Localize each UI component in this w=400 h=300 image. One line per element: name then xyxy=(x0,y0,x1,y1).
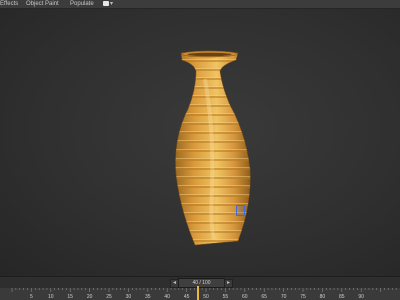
ruler-tick-label: 50 xyxy=(203,294,209,300)
ruler-tick-label: 45 xyxy=(184,294,190,300)
ruler-tick-label: 75 xyxy=(300,294,306,300)
ruler-tick-label: 15 xyxy=(67,294,73,300)
tab-object-paint[interactable]: Object Paint xyxy=(26,0,59,8)
ruler-tick-label: 70 xyxy=(281,294,287,300)
ruler-tick-label: 40 xyxy=(164,294,170,300)
playhead-marker[interactable] xyxy=(197,286,199,300)
time-slider[interactable]: 40 / 100 xyxy=(178,278,225,288)
track-bar[interactable]: 5 10 15 20 25 30 35 40 45 50 55 60 65 70 75 80 85 90 xyxy=(0,288,400,300)
ribbon-options-icon[interactable]: ▾ xyxy=(110,0,113,8)
ruler-tick-label: 85 xyxy=(339,294,345,300)
ruler-tick-label: 65 xyxy=(261,294,267,300)
selection-gizmo-icon[interactable] xyxy=(236,205,245,216)
ribbon-toggle-icon[interactable] xyxy=(103,1,109,6)
ruler-tick-label: 25 xyxy=(106,294,112,300)
ruler-tick-label: 80 xyxy=(320,294,326,300)
ruler-tick-label: 60 xyxy=(242,294,248,300)
ruler-tick-label: 90 xyxy=(358,294,364,300)
ruler-tick-label: 55 xyxy=(223,294,229,300)
ruler-tick-label: 5 xyxy=(30,294,33,300)
ruler-tick-label: 20 xyxy=(87,294,93,300)
ruler-tick-label: 35 xyxy=(145,294,151,300)
ruler-tick-label: 10 xyxy=(48,294,54,300)
next-frame-button[interactable]: ▸ xyxy=(224,279,233,288)
perspective-viewport[interactable] xyxy=(0,9,400,276)
tab-populate[interactable]: Populate xyxy=(70,0,94,8)
tab-effects[interactable]: Effects xyxy=(0,0,18,8)
ruler-tick-label: 30 xyxy=(126,294,132,300)
ribbon-tab-bar: Effects Object Paint Populate ▾ xyxy=(0,0,400,9)
vase-model[interactable] xyxy=(0,9,400,276)
